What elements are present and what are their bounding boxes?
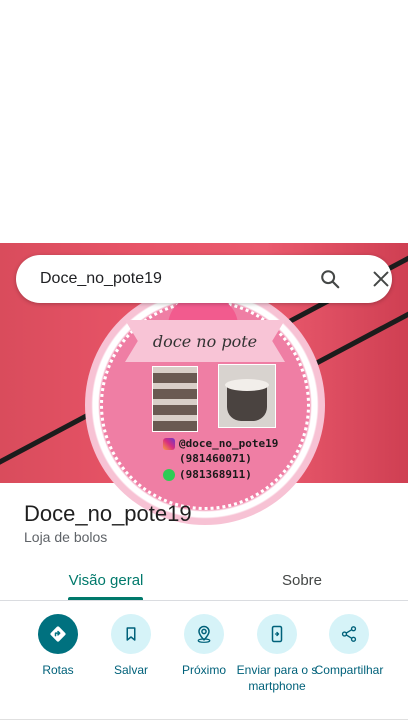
- map-area-blank: [0, 0, 408, 243]
- nearby-button[interactable]: Próximo: [162, 614, 246, 678]
- product-photo: [152, 366, 198, 432]
- action-row: Rotas Salvar Próximo Enviar para o smart…: [0, 600, 408, 720]
- tab-about[interactable]: Sobre: [230, 560, 374, 600]
- logo-text: doce no pote: [152, 331, 258, 351]
- instagram-handle: @doce_no_pote19: [179, 437, 279, 450]
- tab-bar: Visão geral Sobre: [0, 560, 408, 601]
- directions-label: Rotas: [42, 663, 74, 677]
- directions-icon: [38, 614, 78, 654]
- share-icon: [329, 614, 369, 654]
- place-category: Loja de bolos: [24, 529, 108, 545]
- nearby-icon: [184, 614, 224, 654]
- search-bar[interactable]: Doce_no_pote19: [16, 255, 392, 303]
- product-photo: [218, 364, 276, 428]
- bookmark-icon: [111, 614, 151, 654]
- divider: [0, 719, 408, 720]
- share-button[interactable]: Compartilhar: [307, 614, 391, 678]
- save-label: Salvar: [113, 663, 148, 677]
- directions-button[interactable]: Rotas: [16, 614, 100, 678]
- phone-line-1: (981460071): [179, 452, 252, 465]
- search-icon[interactable]: [319, 268, 341, 290]
- phone-number: (981368911): [179, 468, 252, 481]
- place-title: Doce_no_pote19: [24, 501, 192, 526]
- share-label: Compartilhar: [314, 663, 384, 677]
- save-button[interactable]: Salvar: [89, 614, 173, 678]
- close-icon[interactable]: [370, 268, 392, 290]
- instagram-line: @doce_no_pote19: [163, 437, 278, 450]
- tab-overview[interactable]: Visão geral: [34, 560, 178, 600]
- instagram-icon: [163, 437, 175, 450]
- send-to-phone-icon: [257, 614, 297, 654]
- whatsapp-icon: [163, 468, 175, 481]
- nearby-label: Próximo: [181, 663, 226, 677]
- logo-ribbon: doce no pote: [125, 320, 285, 362]
- phone-number: (981460071): [179, 452, 252, 465]
- whatsapp-line: (981368911): [163, 468, 252, 481]
